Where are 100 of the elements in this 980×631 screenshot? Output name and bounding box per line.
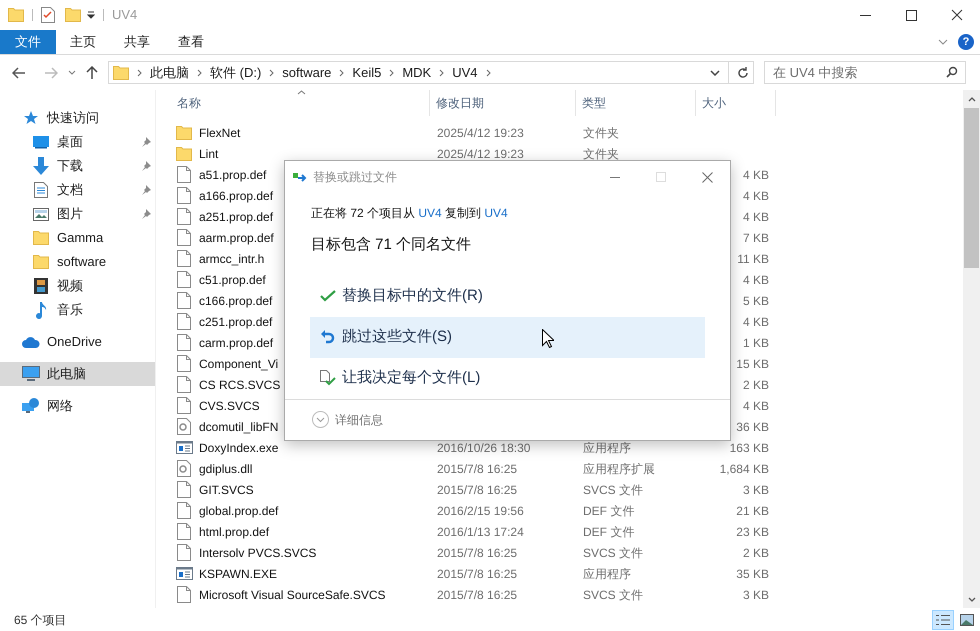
file-name[interactable]: global.prop.def: [199, 502, 278, 520]
breadcrumb[interactable]: 软件 (D:): [210, 62, 262, 82]
file-name[interactable]: dcomutil_libFN: [199, 418, 278, 436]
chevron-down-icon[interactable]: [710, 70, 720, 76]
sidebar-item[interactable]: OneDrive: [0, 330, 155, 354]
file-name[interactable]: KSPAWN.EXE: [199, 564, 278, 582]
sidebar-item[interactable]: 图片: [0, 202, 155, 226]
dialog-option[interactable]: 让我决定每个文件(L): [310, 358, 705, 398]
column-header[interactable]: 修改日期: [430, 90, 576, 116]
modified-date: 2015/7/8 16:25: [437, 482, 518, 496]
network-icon: [22, 398, 40, 414]
help-button[interactable]: ?: [958, 34, 974, 50]
file-name[interactable]: CS RCS.SVCS: [199, 376, 280, 394]
ribbon-tab[interactable]: 共享: [110, 30, 164, 54]
refresh-icon[interactable]: [737, 66, 749, 78]
address-bar[interactable]: 此电脑 软件 (D:) software Keil5 MDK UV4: [108, 61, 754, 84]
chevron-right-icon: [439, 68, 444, 76]
copy-status: 正在将 72 个项目从 UV4 复制到 UV4: [311, 205, 509, 222]
target-folder-link[interactable]: UV4: [484, 206, 508, 220]
ribbon-tab[interactable]: 主页: [56, 30, 110, 54]
sidebar-item[interactable]: 网络: [0, 394, 155, 418]
sidebar-item[interactable]: 下载: [0, 154, 155, 178]
file-name[interactable]: Lint: [199, 144, 218, 162]
back-arrow-icon[interactable]: [12, 66, 26, 78]
file-name[interactable]: c51.prop.def: [199, 270, 266, 288]
chevron-down-icon[interactable]: [68, 70, 76, 76]
sidebar-item[interactable]: 视频: [0, 274, 155, 298]
modified-date: 2015/7/8 16:25: [437, 588, 518, 602]
modified-date: 2015/7/8 16:25: [437, 546, 518, 560]
file-name[interactable]: aarm.prop.def: [199, 228, 274, 246]
file-name[interactable]: DoxyIndex.exe: [199, 438, 278, 456]
document-icon: [34, 182, 48, 198]
file-name[interactable]: gdiplus.dll: [199, 460, 252, 478]
dropdown-icon[interactable]: [87, 11, 95, 19]
file-size: 1 KB: [742, 334, 769, 352]
ribbon-tab[interactable]: 查看: [164, 30, 218, 54]
details-toggle[interactable]: 详细信息: [335, 410, 383, 429]
file-icon: [177, 523, 191, 540]
file-name[interactable]: a251.prop.def: [199, 208, 274, 226]
modified-date: 2025/4/12 19:23: [437, 146, 524, 160]
folder-icon: [33, 231, 49, 245]
sidebar-item[interactable]: 桌面: [0, 130, 155, 154]
sidebar-item[interactable]: Gamma: [0, 226, 155, 250]
checklist-icon[interactable]: [41, 7, 55, 23]
column-header[interactable]: 大小: [696, 90, 776, 116]
column-header[interactable]: 类型: [576, 90, 696, 116]
source-folder-link[interactable]: UV4: [418, 206, 442, 220]
modified-date: 2015/7/8 16:25: [437, 566, 518, 580]
dialog-option[interactable]: 替换目标中的文件(R): [310, 276, 705, 316]
gear-file-icon: [177, 460, 191, 477]
breadcrumb[interactable]: MDK: [402, 62, 432, 82]
scroll-down-icon[interactable]: [968, 597, 976, 602]
close-icon: [702, 172, 712, 182]
search-field[interactable]: 在 UV4 中搜索: [764, 61, 966, 84]
file-name[interactable]: a166.prop.def: [199, 186, 274, 204]
folder-icon: [176, 126, 192, 140]
file-size: 15 KB: [736, 356, 769, 372]
file-name[interactable]: Microsoft Visual SourceSafe.SVCS: [199, 586, 386, 604]
sidebar-item[interactable]: 快速访问: [0, 106, 155, 130]
ribbon-tab[interactable]: 文件: [0, 30, 56, 54]
scroll-up-icon[interactable]: [968, 97, 976, 102]
sidebar-item[interactable]: 音乐: [0, 298, 155, 322]
breadcrumb[interactable]: 此电脑: [150, 62, 189, 82]
sidebar-item[interactable]: software: [0, 250, 155, 274]
file-size: 2 KB: [742, 544, 769, 562]
file-name[interactable]: carm.prop.def: [199, 334, 274, 352]
item-count: 65 个项目: [14, 612, 67, 628]
chevron-right-icon: [339, 68, 344, 76]
sidebar-item[interactable]: 文档: [0, 178, 155, 202]
file-name[interactable]: Component_Vi: [199, 354, 278, 372]
file-name[interactable]: html.prop.def: [199, 522, 270, 540]
scrollbar-thumb[interactable]: [964, 108, 979, 268]
details-view-button[interactable]: [932, 610, 954, 630]
file-name[interactable]: a51.prop.def: [199, 166, 266, 184]
breadcrumb[interactable]: Keil5: [352, 62, 382, 82]
column-header[interactable]: 名称: [176, 90, 430, 116]
file-icon: [177, 544, 191, 561]
pin-icon: [141, 161, 151, 171]
file-icon: [177, 208, 191, 225]
folder-icon: [113, 66, 129, 80]
breadcrumb[interactable]: software: [282, 62, 332, 82]
chevron-right-icon: [269, 68, 274, 76]
file-name[interactable]: Intersolv PVCS.SVCS: [199, 544, 316, 562]
scrollbar[interactable]: [963, 90, 980, 608]
file-name[interactable]: c166.prop.def: [199, 292, 272, 310]
breadcrumb[interactable]: UV4: [452, 62, 478, 82]
file-name[interactable]: CVS.SVCS: [199, 396, 260, 414]
file-type: SVCS 文件: [583, 546, 644, 560]
file-name[interactable]: c251.prop.def: [199, 312, 272, 330]
file-name[interactable]: GIT.SVCS: [199, 480, 254, 498]
sidebar-item[interactable]: 此电脑: [0, 362, 155, 386]
up-arrow-icon[interactable]: [86, 66, 98, 80]
search-icon[interactable]: [946, 66, 958, 78]
document-check-icon: [320, 370, 336, 386]
file-name[interactable]: armcc_intr.h: [199, 250, 264, 268]
checkmark-icon: [320, 290, 336, 302]
file-size: 7 KB: [742, 230, 769, 246]
dialog-option[interactable]: 跳过这些文件(S): [310, 316, 705, 358]
file-type: 文件夹: [583, 146, 619, 160]
file-name[interactable]: FlexNet: [199, 124, 240, 142]
